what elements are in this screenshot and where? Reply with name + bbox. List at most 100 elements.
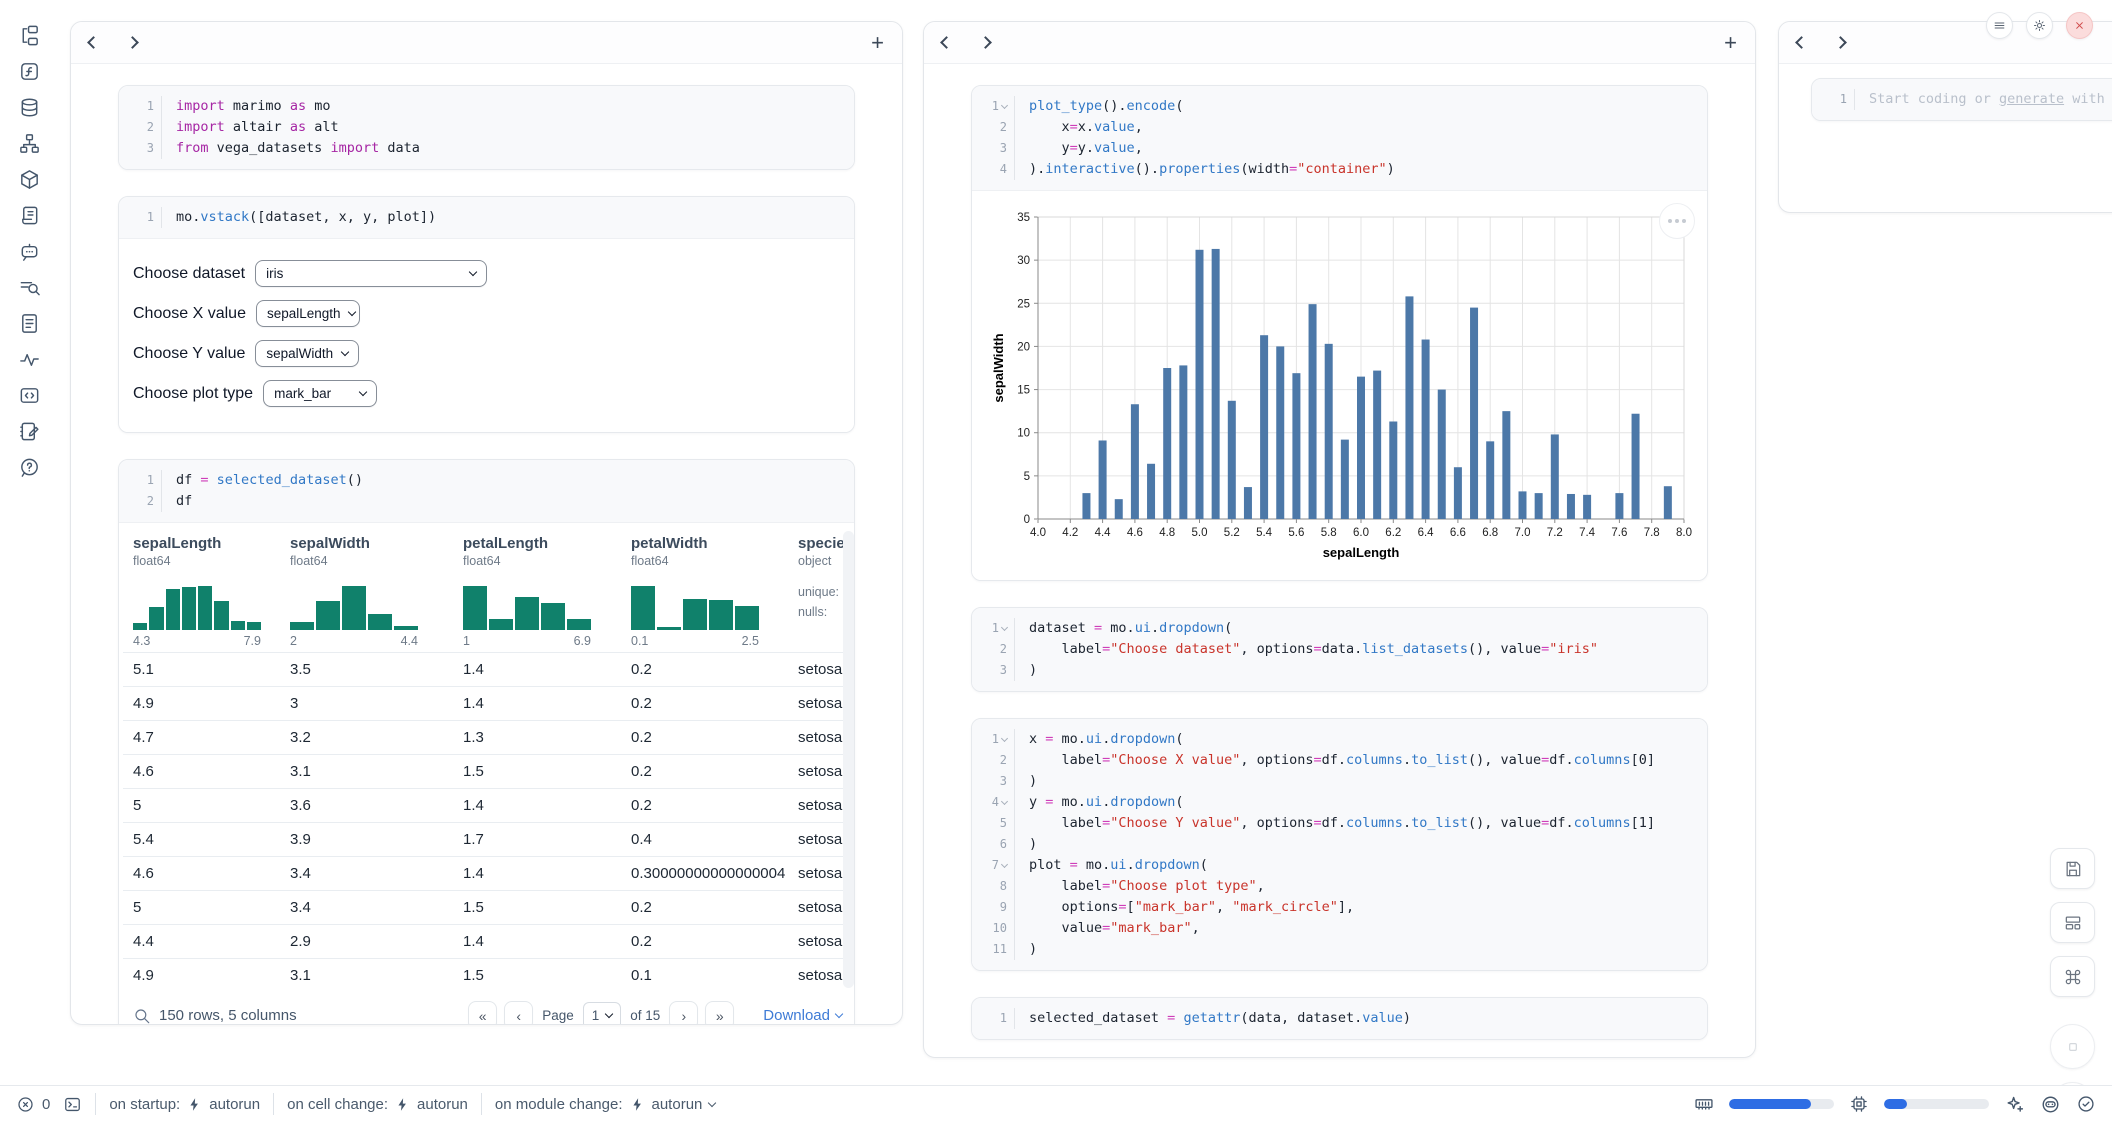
chevron-down-icon [708,1098,716,1106]
table-row[interactable]: 4.42.91.40.2setosa [123,925,854,959]
terminal-icon[interactable] [63,1095,82,1114]
column-header[interactable]: petalLength float64 16.9 [453,527,621,653]
chevron-left-icon[interactable] [87,36,100,49]
code-cell-dataframe: 1df = selected_dataset()2df sepalLength … [118,459,855,1025]
code-editor[interactable]: 1selected_dataset = getattr(data, datase… [972,998,1707,1039]
package-icon[interactable] [18,168,41,191]
table-row[interactable]: 5.13.51.40.2setosa [123,653,854,687]
table-row[interactable]: 5.43.91.70.4setosa [123,823,854,857]
code-line: 10 value="mark_bar", [972,918,1707,939]
code-line: 9 options=["mark_bar", "mark_circle"], [972,897,1707,918]
histogram-bar [182,587,196,630]
sparkles-ai-icon[interactable] [2004,1094,2025,1115]
code-cell-dataset-dropdown: 1dataset = mo.ui.dropdown(2 label="Choos… [971,607,1708,692]
cell-change-mode[interactable]: on cell change: autorun [287,1096,468,1113]
fold-chevron-icon[interactable] [1001,623,1008,630]
module-change-mode[interactable]: on module change: autorun [495,1096,715,1113]
table-row[interactable]: 4.93.11.50.1setosa [123,959,854,993]
line-number: 1 [972,1008,1014,1029]
dropdown-label: Choose plot type [133,385,253,403]
command-palette-button[interactable] [2050,956,2095,997]
database-icon[interactable] [18,96,41,119]
script-icon[interactable] [18,204,41,227]
altair-chart[interactable]: 4.04.24.44.64.85.05.25.45.65.86.06.26.46… [990,207,1697,570]
x-value-select[interactable]: sepalLength [256,300,360,327]
code-text: plot_type().encode( [1014,96,1183,117]
line-number: 5 [972,813,1014,834]
table-row[interactable]: 4.73.21.30.2setosa [123,721,854,755]
chevron-left-icon[interactable] [1795,36,1808,49]
check-circle-icon[interactable] [2076,1094,2096,1114]
chevron-right-icon[interactable] [979,36,992,49]
fold-chevron-icon[interactable] [1001,797,1008,804]
code-editor[interactable]: 1mo.vstack([dataset, x, y, plot]) [119,197,854,238]
startup-mode[interactable]: on startup: autorun [109,1096,260,1113]
add-cell-button[interactable]: + [1724,32,1737,54]
code-editor[interactable]: 1 Start coding or generate with AI [1812,79,2112,120]
page-select[interactable]: 1 [583,1002,622,1025]
menu-button[interactable] [1986,12,2013,39]
generate-link[interactable]: generate [1999,91,2064,107]
line-number: 1 [119,96,161,117]
notebook-edit-icon[interactable] [18,420,41,443]
code-editor[interactable]: 1plot_type().encode(2 x=x.value,3 y=y.va… [972,86,1707,190]
memory-icon [1694,1094,1714,1114]
chevron-right-icon[interactable] [126,36,139,49]
code-editor[interactable]: 1x = mo.ui.dropdown(2 label="Choose X va… [972,719,1707,970]
y-value-select[interactable]: sepalWidth [255,340,359,367]
column-header[interactable]: sepalWidth float64 24.4 [280,527,453,653]
help-chat-icon[interactable] [18,456,41,479]
table-cell: 1.4 [453,653,621,687]
fold-chevron-icon[interactable] [1001,101,1008,108]
download-button[interactable]: Download [763,1007,842,1024]
first-page-button[interactable]: « [468,1001,497,1025]
plot-type-select[interactable]: mark_bar [263,380,377,407]
error-indicator[interactable]: 0 [16,1095,50,1114]
file-tree-icon[interactable] [18,24,41,47]
line-number: 4 [972,159,1014,180]
close-button[interactable] [2066,12,2093,39]
column-header[interactable]: sepalLength float64 4.37.9 [123,527,280,653]
table-row[interactable]: 4.63.41.40.30000000000000004setosa [123,857,854,891]
chevron-right-icon[interactable] [1834,36,1847,49]
code-line: 2 label="Choose X value", options=df.col… [972,750,1707,771]
activity-icon[interactable] [18,348,41,371]
code-editor[interactable]: 1import marimo as mo2import altair as al… [119,86,854,169]
column-header[interactable]: petalWidth float64 0.12.5 [621,527,788,653]
table-row[interactable]: 53.41.50.2setosa [123,891,854,925]
last-page-button[interactable]: » [705,1001,734,1025]
code-editor[interactable]: 1dataset = mo.ui.dropdown(2 label="Choos… [972,608,1707,691]
search-icon[interactable] [133,1007,151,1025]
fold-chevron-icon[interactable] [1001,734,1008,741]
prev-page-button[interactable]: ‹ [504,1001,533,1025]
stop-button[interactable] [2050,1024,2095,1069]
settings-button[interactable] [2026,12,2053,39]
table-row[interactable]: 4.63.11.50.2setosa [123,755,854,789]
histogram-bar [149,607,163,630]
save-button[interactable] [2050,848,2095,889]
table-cell: 3.9 [280,823,453,857]
histogram-bar [368,614,392,630]
function-icon[interactable] [18,60,41,83]
dataset-select[interactable]: iris [255,260,487,287]
table-scrollbar[interactable] [843,531,854,988]
search-list-icon[interactable] [18,276,41,299]
copilot-icon[interactable] [2040,1094,2061,1115]
chart-menu-button[interactable] [1659,203,1695,239]
chevron-left-icon[interactable] [940,36,953,49]
table-row[interactable]: 4.931.40.2setosa [123,687,854,721]
code-line: 3) [972,660,1707,681]
chat-bot-icon[interactable] [18,240,41,263]
code-snippet-icon[interactable] [18,384,41,407]
table-row[interactable]: 53.61.40.2setosa [123,789,854,823]
next-page-button[interactable]: › [669,1001,698,1025]
histogram-bar [166,589,180,630]
document-icon[interactable] [18,312,41,335]
code-cell-selected-dataset: 1selected_dataset = getattr(data, datase… [971,997,1708,1040]
sitemap-icon[interactable] [18,132,41,155]
svg-text:sepalLength: sepalLength [1323,545,1400,560]
layout-button[interactable] [2050,902,2095,943]
fold-chevron-icon[interactable] [1001,860,1008,867]
add-cell-button[interactable]: + [871,32,884,54]
code-editor[interactable]: 1df = selected_dataset()2df [119,460,854,522]
